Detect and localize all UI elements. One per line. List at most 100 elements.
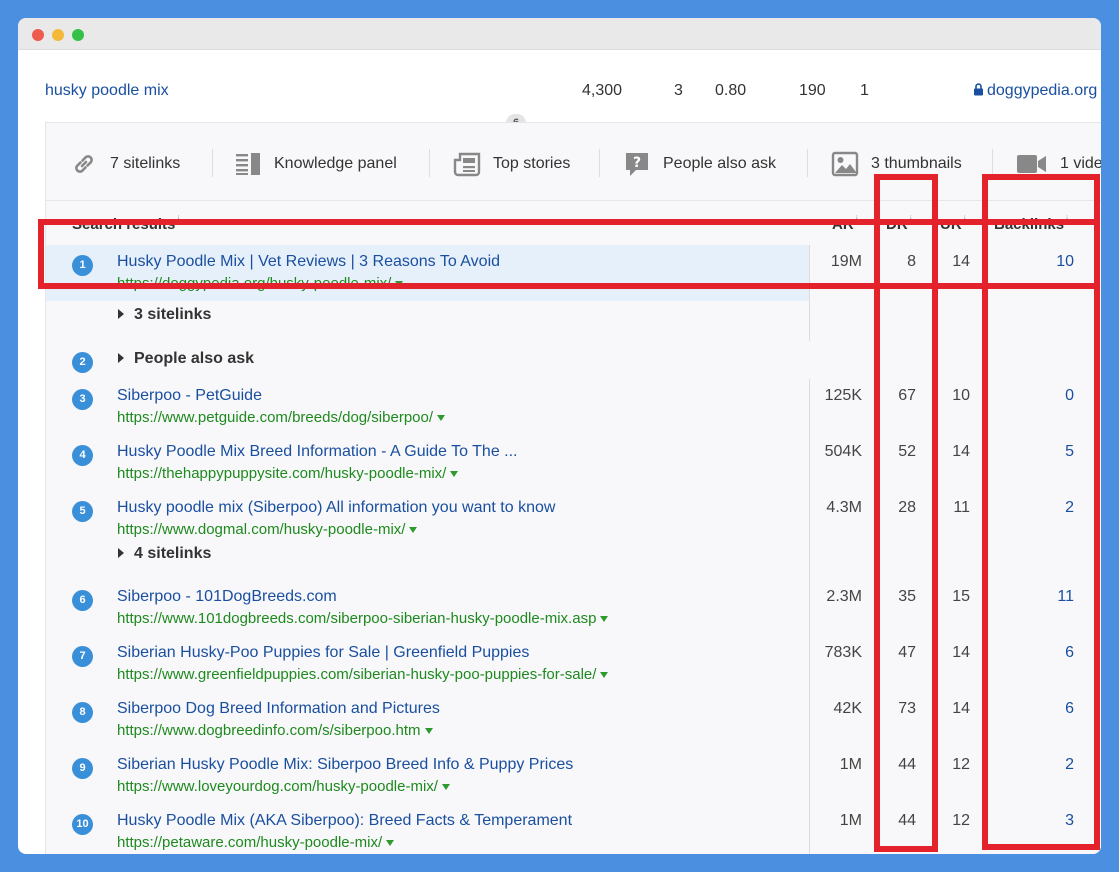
chevron-down-icon[interactable] — [441, 784, 450, 791]
feature-people-also-ask[interactable]: ? People also ask — [623, 148, 776, 180]
result-url[interactable]: https://www.101dogbreeds.com/siberpoo-si… — [117, 610, 609, 627]
sitelinks-label: 4 sitelinks — [134, 545, 212, 562]
divider — [992, 149, 993, 177]
cell-dr: 52 — [898, 443, 916, 460]
info-icon[interactable]: i — [177, 215, 179, 226]
info-icon[interactable]: i — [856, 215, 858, 226]
feature-top-stories[interactable]: Top stories — [453, 148, 570, 180]
serp-overview: husky poodle mix 6 4,300 3 0.80 190 1 do… — [18, 50, 1101, 854]
cell-backlinks[interactable]: 6 — [1004, 700, 1074, 718]
result-url[interactable]: https://petaware.com/husky-poodle-mix/ — [117, 834, 395, 851]
feature-thumbnails[interactable]: 3 thumbnails — [831, 148, 962, 180]
search-results-label: Search results — [72, 216, 176, 233]
chevron-down-icon[interactable] — [424, 728, 433, 735]
rank-badge: 4 — [72, 445, 93, 466]
cell-backlinks[interactable]: 10 — [1004, 253, 1074, 271]
chevron-down-icon[interactable] — [600, 672, 609, 679]
ranking-url[interactable]: doggypedia.org — [973, 82, 1097, 100]
chevron-down-icon[interactable] — [395, 281, 404, 288]
result-url[interactable]: https://www.greenfieldpuppies.com/siberi… — [117, 666, 609, 683]
result-title-link[interactable]: Siberian Husky Poodle Mix: Siberpoo Bree… — [117, 756, 573, 774]
result-url[interactable]: https://www.dogmal.com/husky-poodle-mix/ — [117, 521, 418, 538]
cell-backlinks[interactable]: 5 — [1004, 443, 1074, 461]
ranking-domain: doggypedia.org — [987, 82, 1098, 99]
cell-backlinks[interactable]: 6 — [1004, 644, 1074, 662]
result-title-link[interactable]: Siberpoo - PetGuide — [117, 387, 262, 405]
info-icon[interactable]: i — [910, 215, 912, 226]
cell-dr: 44 — [898, 812, 916, 829]
info-icon[interactable]: i — [1066, 215, 1068, 226]
rank-badge: 7 — [72, 646, 93, 667]
sitelinks-expander[interactable]: 4 sitelinks — [118, 545, 211, 563]
result-url[interactable]: https://doggypedia.org/husky-poodle-mix/ — [117, 275, 404, 292]
cell-dr: 44 — [898, 756, 916, 773]
serp-features-bar: 7 sitelinks Knowledge panel Top stories … — [46, 123, 1101, 201]
cell-dr: 35 — [898, 588, 916, 605]
result-url-text: https://thehappypuppysite.com/husky-pood… — [117, 465, 447, 482]
column-divider — [809, 379, 810, 854]
cell-ur: 15 — [952, 588, 970, 605]
feature-video[interactable]: 1 vide — [1016, 148, 1101, 180]
cell-ar: 783K — [824, 644, 862, 661]
cell-backlinks[interactable]: 2 — [1004, 756, 1074, 774]
dr-label: DR — [886, 216, 908, 233]
result-title-link[interactable]: Husky Poodle Mix Breed Information - A G… — [117, 443, 518, 461]
keyword-volume: 4,300 — [582, 82, 623, 99]
cell-backlinks[interactable]: 11 — [1004, 588, 1074, 606]
chevron-down-icon[interactable] — [437, 415, 446, 422]
cell-ur: 14 — [952, 644, 970, 661]
feature-knowledge-panel[interactable]: Knowledge panel — [234, 148, 397, 180]
feature-sitelinks[interactable]: 7 sitelinks — [70, 148, 180, 180]
chevron-down-icon[interactable] — [386, 840, 395, 847]
chevron-down-icon[interactable] — [450, 471, 459, 478]
chevron-down-icon[interactable] — [600, 616, 609, 623]
maximize-window-button[interactable] — [72, 29, 84, 41]
info-icon[interactable]: i — [964, 215, 966, 226]
cell-ur: 14 — [952, 253, 970, 270]
result-title-link[interactable]: Siberpoo Dog Breed Information and Pictu… — [117, 700, 440, 718]
question-icon: ? — [626, 153, 648, 176]
rank-badge: 6 — [72, 590, 93, 611]
result-title-link[interactable]: Husky poodle mix (Siberpoo) All informat… — [117, 499, 555, 517]
sitelinks-expander[interactable]: 3 sitelinks — [118, 306, 211, 324]
rank-badge: 1 — [72, 255, 93, 276]
result-url[interactable]: https://www.petguide.com/breeds/dog/sibe… — [117, 409, 446, 426]
sitelinks-label: 3 sitelinks — [134, 306, 212, 323]
result-url-text: https://www.greenfieldpuppies.com/siberi… — [117, 666, 597, 683]
result-title-link[interactable]: Siberpoo - 101DogBreeds.com — [117, 588, 337, 606]
result-url[interactable]: https://thehappypuppysite.com/husky-pood… — [117, 465, 459, 482]
browser-window: husky poodle mix 6 4,300 3 0.80 190 1 do… — [18, 18, 1101, 854]
divider — [212, 149, 213, 177]
cell-backlinks[interactable]: 0 — [1004, 387, 1074, 405]
result-title-link[interactable]: Siberian Husky-Poo Puppies for Sale | Gr… — [117, 644, 529, 662]
ar-label: AR — [832, 216, 854, 233]
keyword-difficulty: 3 — [674, 82, 683, 99]
result-title-link[interactable]: Husky Poodle Mix (AKA Siberpoo): Breed F… — [117, 812, 572, 830]
result-url-text: https://www.petguide.com/breeds/dog/sibe… — [117, 409, 434, 426]
feature-sitelinks-label: 7 sitelinks — [110, 155, 181, 172]
column-header-ar[interactable]: AR i — [832, 215, 858, 233]
chevron-down-icon[interactable] — [409, 527, 418, 534]
minimize-window-button[interactable] — [52, 29, 64, 41]
people-also-ask-expander[interactable]: People also ask — [118, 350, 254, 368]
feature-thumbnails-label: 3 thumbnails — [871, 155, 962, 172]
result-url[interactable]: https://www.loveyourdog.com/husky-poodle… — [117, 778, 450, 795]
knowledge-panel-icon — [236, 153, 260, 175]
feature-people-also-ask-label: People also ask — [663, 155, 776, 172]
column-header-ur[interactable]: UR i — [940, 215, 966, 233]
result-url[interactable]: https://www.dogbreedinfo.com/s/siberpoo.… — [117, 722, 433, 739]
video-icon — [1017, 155, 1046, 173]
keyword-link[interactable]: husky poodle mix — [45, 82, 169, 100]
cell-backlinks[interactable]: 2 — [1004, 499, 1074, 517]
newspaper-icon — [453, 152, 481, 177]
rank-badge: 2 — [72, 352, 93, 373]
result-title-link[interactable]: Husky Poodle Mix | Vet Reviews | 3 Reaso… — [117, 253, 500, 271]
column-header-dr[interactable]: DR i — [886, 215, 912, 233]
column-header-backlinks[interactable]: Backlinks i — [994, 215, 1068, 233]
cell-dr: 73 — [898, 700, 916, 717]
cell-ur: 10 — [952, 387, 970, 404]
cell-ar: 1M — [839, 812, 862, 829]
cell-backlinks[interactable]: 3 — [1004, 812, 1074, 830]
serp-panel: 7 sitelinks Knowledge panel Top stories … — [45, 122, 1101, 854]
close-window-button[interactable] — [32, 29, 44, 41]
